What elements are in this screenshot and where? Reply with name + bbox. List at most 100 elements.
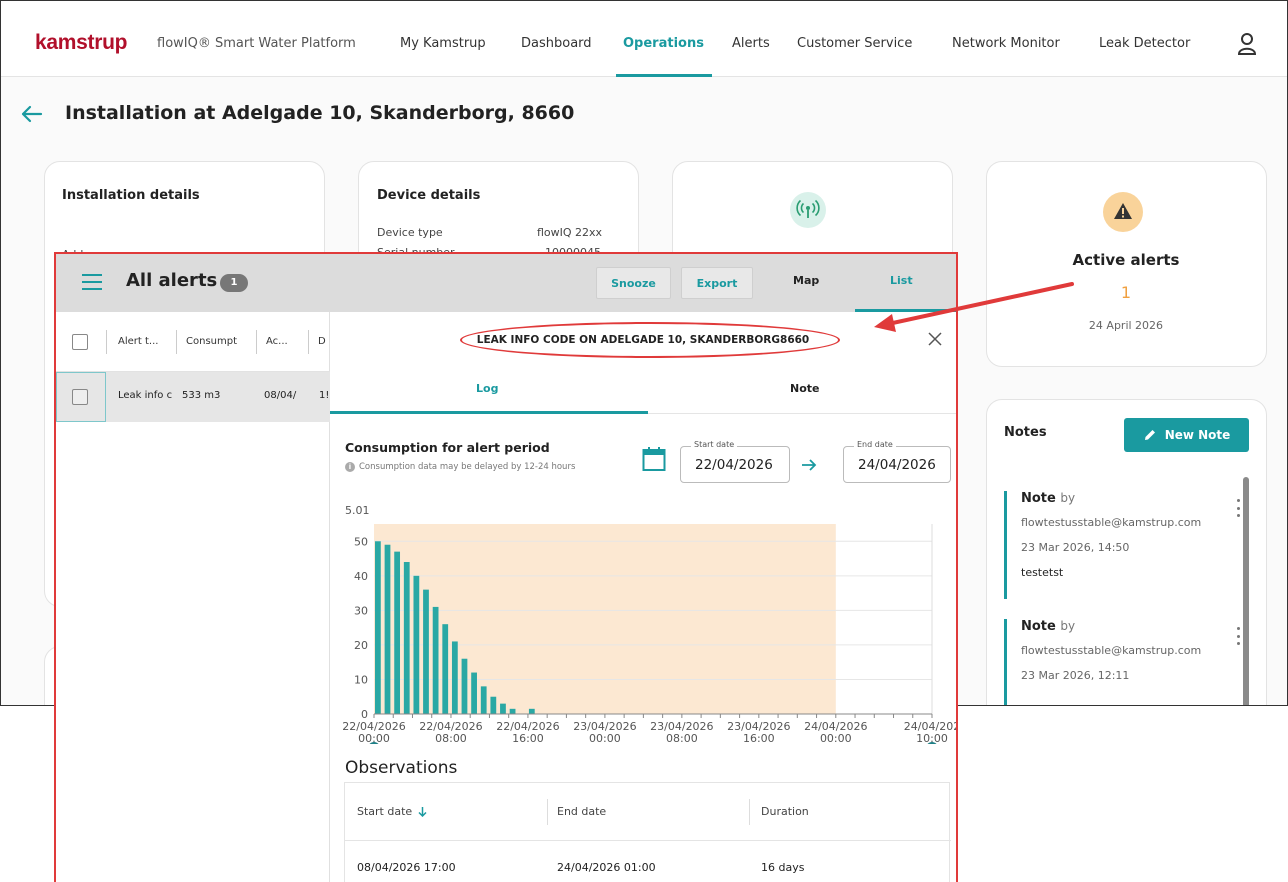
- top-navigation-bar: kamstrup flowIQ® Smart Water Platform My…: [1, 1, 1287, 77]
- user-icon[interactable]: [1236, 32, 1258, 56]
- active-nav-indicator: [616, 74, 712, 77]
- end-date-field[interactable]: End date 24/04/2026: [843, 440, 951, 483]
- note-datetime: 23 Mar 2026, 12:11: [1021, 669, 1130, 682]
- column-duration[interactable]: Duration: [761, 805, 809, 818]
- y-tick-label: 10: [354, 673, 368, 686]
- observations-header: Start date End date Duration: [345, 783, 951, 841]
- nav-customer-service[interactable]: Customer Service: [797, 36, 912, 51]
- device-type-value: flowIQ 22xx: [537, 226, 603, 239]
- active-detail-tab-indicator: [330, 411, 648, 414]
- arrow-right-icon: [802, 459, 817, 471]
- detail-tabs: Log Note: [330, 362, 956, 414]
- x-tick-time: 16:00: [512, 732, 544, 744]
- device-type-label: Device type: [377, 226, 443, 239]
- signal-icon: [790, 192, 826, 228]
- notes-scrollbar[interactable]: [1243, 477, 1249, 705]
- chart-plot-group: 010203040505.01m322/04/202600:0022/04/20…: [342, 504, 956, 744]
- y-tick-label: 50: [354, 535, 368, 548]
- row-date: 08/04/: [264, 390, 297, 401]
- platform-name: flowIQ® Smart Water Platform: [157, 36, 356, 51]
- consumption-bar: [471, 672, 477, 714]
- observations-title: Observations: [345, 758, 458, 778]
- snooze-button[interactable]: Snooze: [596, 267, 671, 299]
- alerts-count-badge: 1: [220, 274, 248, 292]
- column-divider: [106, 330, 107, 354]
- consumption-title: Consumption for alert period: [345, 440, 550, 455]
- column-divider: [547, 799, 548, 825]
- row-checkbox[interactable]: [72, 389, 88, 405]
- page-title: Installation at Adelgade 10, Skanderborg…: [65, 102, 575, 124]
- consumption-bar: [375, 541, 381, 714]
- new-note-button[interactable]: New Note: [1124, 418, 1249, 452]
- info-icon: i: [345, 462, 355, 472]
- consumption-bar: [432, 606, 439, 714]
- device-details-title: Device details: [377, 188, 481, 203]
- note-label: Note: [1021, 491, 1056, 506]
- end-date-label: End date: [854, 440, 896, 449]
- kamstrup-logo[interactable]: kamstrup: [35, 31, 127, 55]
- x-tick-time: 00:00: [820, 732, 852, 744]
- column-divider: [256, 330, 257, 354]
- consumption-bar: [442, 624, 449, 714]
- hamburger-menu-icon[interactable]: [82, 274, 102, 290]
- nav-operations[interactable]: Operations: [623, 36, 704, 51]
- note-item[interactable]: Note by flowtestusstable@kamstrup.com 23…: [1004, 619, 1202, 705]
- start-date-label: Start date: [691, 440, 738, 449]
- y-tick-label: 40: [354, 570, 368, 583]
- tab-log[interactable]: Log: [476, 382, 498, 395]
- sort-down-icon: [418, 806, 427, 817]
- row-alert-type: Leak info c: [118, 390, 173, 401]
- note-author: flowtestusstable@kamstrup.com: [1021, 516, 1202, 529]
- all-alerts-header: All alerts 1 Snooze Export Map List: [56, 254, 956, 312]
- x-tick-time: 00:00: [589, 732, 621, 744]
- alert-detail-pane: LEAK INFO CODE ON ADELGADE 10, SKANDERBO…: [330, 312, 956, 882]
- note-heading: Note by: [1021, 491, 1201, 506]
- nav-network-monitor[interactable]: Network Monitor: [952, 36, 1060, 51]
- table-row[interactable]: Leak info c 533 m3 08/04/ 1!: [56, 372, 330, 422]
- nav-my-kamstrup[interactable]: My Kamstrup: [400, 36, 486, 51]
- pencil-icon: [1144, 430, 1155, 440]
- note-datetime: 23 Mar 2026, 14:50: [1021, 541, 1130, 554]
- note-item[interactable]: Note by flowtestusstable@kamstrup.com 23…: [1004, 491, 1201, 599]
- consumption-bar: [480, 686, 487, 714]
- y-tick-label: 20: [354, 639, 368, 652]
- nav-leak-detector[interactable]: Leak Detector: [1099, 36, 1190, 51]
- nav-dashboard[interactable]: Dashboard: [521, 36, 592, 51]
- note-heading: Note by: [1021, 619, 1201, 634]
- active-alerts-label: Active alerts: [1072, 251, 1180, 269]
- column-alert-type[interactable]: Alert t...: [118, 336, 158, 347]
- consumption-bar: [423, 589, 429, 714]
- consumption-bar: [528, 708, 535, 714]
- consumption-bar: [451, 641, 458, 714]
- column-end-date[interactable]: End date: [557, 805, 606, 818]
- callout-arrow: [874, 282, 1074, 332]
- y-axis-label: m3: [360, 504, 378, 507]
- consumption-bar: [461, 658, 468, 714]
- tab-note[interactable]: Note: [790, 382, 819, 395]
- select-all-checkbox[interactable]: [72, 334, 88, 350]
- column-consumption[interactable]: Consumpt: [186, 336, 237, 347]
- consumption-chart: 010203040505.01m322/04/202600:0022/04/20…: [342, 504, 956, 744]
- y-tick-label: 30: [354, 604, 368, 617]
- start-date-field[interactable]: Start date 22/04/2026: [680, 440, 790, 483]
- note-menu-icon[interactable]: [1237, 499, 1241, 517]
- export-button[interactable]: Export: [681, 267, 753, 299]
- warning-icon: [1103, 192, 1143, 232]
- note-author: flowtestusstable@kamstrup.com: [1021, 644, 1202, 657]
- column-active[interactable]: Ac...: [266, 336, 288, 347]
- tab-map[interactable]: Map: [793, 274, 819, 287]
- installation-details-title: Installation details: [62, 188, 200, 203]
- column-date[interactable]: D: [318, 336, 326, 347]
- alerts-list-header: Alert t... Consumpt Ac... D: [56, 312, 330, 372]
- all-alerts-title: All alerts: [126, 270, 218, 291]
- calendar-icon[interactable]: [642, 446, 666, 472]
- note-menu-icon[interactable]: [1237, 627, 1241, 645]
- back-arrow-icon[interactable]: [19, 101, 45, 127]
- column-divider: [749, 799, 750, 825]
- consumption-note-text: Consumption data may be delayed by 12-24…: [359, 462, 576, 472]
- x-tick-time: 08:00: [435, 732, 467, 744]
- start-date-value: 22/04/2026: [695, 457, 773, 473]
- nav-alerts[interactable]: Alerts: [732, 36, 770, 51]
- column-start-date[interactable]: Start date: [357, 805, 427, 818]
- end-date-value: 24/04/2026: [858, 457, 936, 473]
